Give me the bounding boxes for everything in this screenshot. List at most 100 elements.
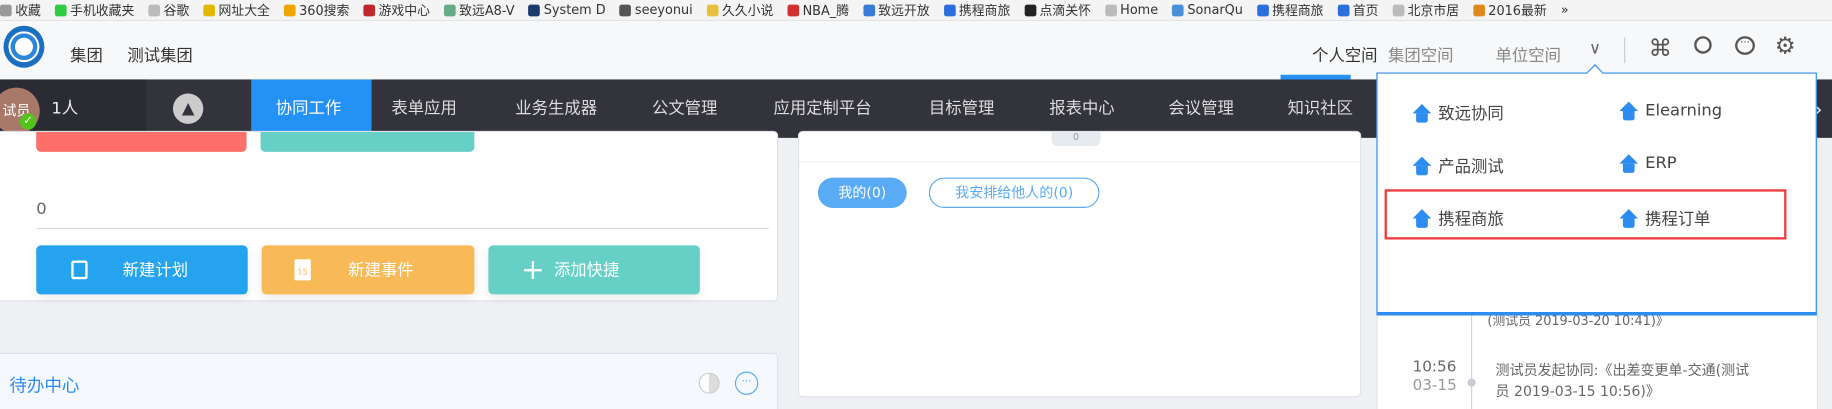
bookmark-icon	[619, 4, 632, 16]
highlight-box	[1384, 189, 1787, 240]
dropdown-item-label: 产品测试	[1438, 157, 1504, 177]
bookmark-label: NBA_腾	[802, 2, 850, 19]
user-block[interactable]: 试员 ✓ 1人	[0, 79, 147, 138]
nav-item-knowledge[interactable]: 知识社区	[1288, 79, 1353, 137]
bookmark-item[interactable]: 360搜索	[283, 1, 350, 20]
bookmark-label: 携程商旅	[1272, 2, 1324, 19]
bookmark-icon	[787, 4, 800, 16]
bookmark-item[interactable]: 网址大全	[203, 1, 270, 20]
add-shortcut-button[interactable]: + 添加快捷	[488, 245, 700, 295]
bookmark-item[interactable]: 北京市居	[1392, 1, 1459, 20]
nav-item-documents[interactable]: 公文管理	[652, 79, 717, 137]
dropdown-item-label: Elearning	[1645, 101, 1723, 121]
bookmark-icon	[363, 4, 376, 16]
bookmark-label: 360搜索	[299, 2, 350, 19]
chevron-down-icon[interactable]: ∨	[1589, 40, 1601, 59]
schedule-card: 0 我的(0) 我安排给他人的(0)	[798, 130, 1362, 398]
nav-item-goals[interactable]: 目标管理	[929, 79, 994, 137]
bookmark-item[interactable]: SonarQu	[1172, 2, 1243, 18]
red-shortcut-button[interactable]	[36, 132, 247, 152]
bookmark-label: 携程商旅	[958, 2, 1011, 19]
timeline-text-line2[interactable]: 员 2019-03-15 10:56)》	[1496, 381, 1660, 401]
timeline-text-line1[interactable]: 测试员发起协同:《出差变更单-交通(测试	[1496, 360, 1750, 380]
bookmark-item[interactable]: Home	[1104, 2, 1158, 18]
bookmark-item[interactable]: 首页	[1337, 1, 1379, 20]
theme-toggle-icon[interactable]	[698, 372, 720, 394]
bookmark-icon	[283, 4, 296, 16]
nav-item-meetings[interactable]: 会议管理	[1168, 79, 1233, 137]
bookmark-item[interactable]: 手机收藏夹	[54, 1, 135, 20]
dropdown-item-label: 致远协同	[1438, 105, 1504, 124]
online-count[interactable]: 1人	[51, 79, 78, 137]
bookmark-label: SonarQu	[1187, 2, 1243, 18]
bookmark-item[interactable]: System D	[528, 2, 606, 18]
bookmark-label: 游戏中心	[378, 2, 430, 19]
new-event-button[interactable]: 15 新建事件	[261, 245, 475, 295]
home-icon	[1619, 101, 1639, 121]
space-tab-unit[interactable]: 单位空间	[1496, 43, 1561, 66]
settings-gear-icon[interactable]: ⚙	[1775, 32, 1796, 60]
nav-item-app-platform[interactable]: 应用定制平台	[773, 79, 871, 137]
bookmark-item[interactable]: 点滴关怀	[1024, 1, 1091, 20]
bookmark-item[interactable]: 游戏中心	[363, 1, 430, 20]
compass-icon[interactable]: ▲	[172, 93, 204, 124]
bookmark-label: 点滴关怀	[1039, 2, 1091, 19]
bookmark-item[interactable]: 携程商旅	[943, 1, 1011, 20]
bookmark-item[interactable]: seeyonui	[619, 2, 693, 18]
teal-shortcut-button[interactable]	[260, 132, 475, 152]
more-icon[interactable]: ···	[734, 371, 759, 395]
bookmark-label: 北京市居	[1407, 2, 1460, 19]
dropdown-item[interactable]: 产品测试	[1412, 154, 1504, 177]
filter-assigned[interactable]: 我安排给他人的(0)	[928, 177, 1100, 208]
bookmark-label: 收藏	[15, 2, 41, 19]
bookmark-icon	[528, 4, 541, 16]
dropdown-item[interactable]: 致远协同	[1412, 102, 1504, 125]
nav-item-forms[interactable]: 表单应用	[391, 79, 456, 137]
message-icon[interactable]: ···	[1735, 36, 1755, 55]
bookmark-label: 手机收藏夹	[70, 2, 135, 19]
bookmarks-bar: 收藏 手机收藏夹 谷歌 网址大全 360搜索 游戏中心 致远A8-V System D seey…	[0, 0, 1832, 22]
search-icon[interactable]	[1694, 36, 1712, 54]
bookmark-item[interactable]: 谷歌	[148, 1, 189, 20]
bookmark-item[interactable]: 2016最新	[1473, 1, 1547, 20]
dropdown-item[interactable]: ERP	[1619, 154, 1677, 173]
filter-mine[interactable]: 我的(0)	[817, 177, 907, 208]
online-check-icon: ✓	[19, 113, 37, 130]
new-plan-label: 新建计划	[122, 261, 189, 281]
bookmark-label: 首页	[1352, 2, 1379, 19]
bookmark-label: 2016最新	[1488, 2, 1547, 19]
bookmark-item[interactable]: 致远开放	[863, 1, 930, 20]
bookmark-item[interactable]: 携程商旅	[1256, 1, 1324, 20]
plan-icon	[71, 260, 88, 280]
bookmark-item[interactable]: 收藏	[0, 1, 41, 20]
bookmark-icon	[1392, 4, 1405, 16]
bookmarks-more[interactable]: »	[1561, 2, 1569, 17]
space-tab-group[interactable]: 集团空间	[1388, 43, 1453, 66]
count-value: 0	[36, 199, 47, 219]
group-label: 集团	[70, 46, 103, 66]
dropdown-item[interactable]: Elearning	[1619, 101, 1723, 121]
bookmark-label: 久久小说	[721, 2, 774, 19]
bookmark-label: 谷歌	[163, 2, 190, 19]
nav-item-reports[interactable]: 报表中心	[1049, 79, 1114, 137]
nav-item-collaboration[interactable]: 协同工作	[276, 79, 341, 137]
divider	[799, 161, 1361, 163]
todo-card: 待办中心 ···	[0, 352, 779, 409]
bookmark-item[interactable]: NBA_腾	[787, 1, 849, 20]
bookmark-item[interactable]: 致远A8-V	[443, 1, 515, 20]
divider	[36, 227, 769, 230]
timeline-dot	[1467, 378, 1476, 387]
unit-space-dropdown: 致远协同 Elearning 产品测试 ERP 携程商旅 携程订单	[1376, 64, 1817, 316]
new-event-label: 新建事件	[348, 261, 414, 281]
page: 收藏 手机收藏夹 谷歌 网址大全 360搜索 游戏中心 致远A8-V System D seey…	[0, 0, 1832, 409]
bookmark-icon	[0, 4, 12, 16]
logo-icon[interactable]	[3, 25, 45, 68]
new-plan-button[interactable]: 新建计划	[36, 245, 248, 295]
space-tab-personal[interactable]: 个人空间	[1312, 43, 1377, 66]
collapse-tab[interactable]: 0	[1051, 132, 1101, 147]
nav-item-business-generator[interactable]: 业务生成器	[515, 79, 597, 137]
group-name[interactable]: 测试集团	[127, 43, 192, 66]
bookmark-item[interactable]: 久久小说	[706, 1, 774, 20]
calendar-icon: 15	[294, 259, 311, 281]
apps-icon[interactable]: ⌘	[1649, 34, 1672, 62]
